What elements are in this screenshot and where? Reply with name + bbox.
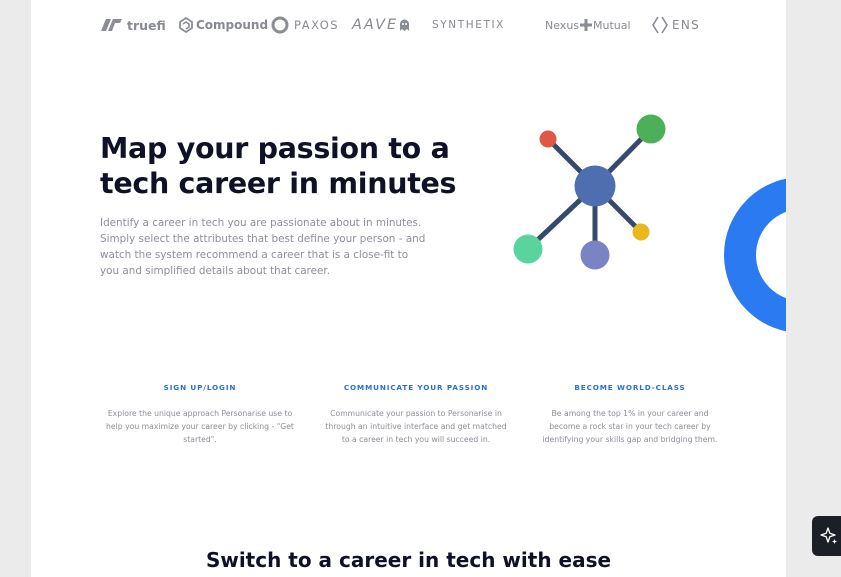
step-description: Communicate your passion to Personarise … [311,407,521,446]
compound-logo: Compound [179,14,268,36]
step-description: Explore the unique approach Personarise … [96,407,304,446]
aave-logo: AAVE [352,14,410,36]
ring-decoration [724,178,786,332]
step-communicate: COMMUNICATE YOUR PASSION Communicate you… [311,383,521,446]
step-sign-up: SIGN UP/LOGIN Explore the unique approac… [96,383,304,446]
ens-mark-icon [652,16,668,34]
paxos-logo-text: PAXOS [294,18,340,32]
section-title: Switch to a career in tech with ease [205,548,612,572]
ens-logo: ENS [652,14,700,36]
node-purple [580,240,610,270]
step-desc-line: help you maximize your career by clickin… [106,422,294,431]
step-title: BECOME WORLD-CLASS [574,383,686,392]
nexus-mutual-logo: Nexus Mutual [545,14,631,36]
assistant-widget-button[interactable] [812,516,841,556]
paxos-logo: PAXOS [271,14,339,36]
paxos-mark-icon [271,16,289,34]
molecule-network-icon [513,114,666,270]
step-desc-line: to a career in tech you will succeed in. [341,435,491,444]
ens-logo-text: ENS [672,18,701,32]
truefi-mark-icon [101,19,122,31]
step-title: SIGN UP/LOGIN [163,383,237,392]
step-title: COMMUNICATE YOUR PASSION [343,383,489,392]
compound-logo-text: Compound [196,18,269,32]
mutual-logo-text: Mutual [593,18,631,32]
hero-title: Map your passion to a tech career in min… [100,131,460,201]
step-desc-line: identifying your skills gap and bridging… [542,435,718,444]
nexus-mutual-mark-icon [580,19,593,31]
node-yellow [632,223,650,241]
step-description: Be among the top 1% in your career and b… [524,407,736,446]
step-desc-line: started". [183,435,217,444]
hero-title-line-1: Map your passion to a [100,132,450,165]
step-desc-line: Be among the top 1% in your career and [551,409,709,418]
aave-ghost-icon [400,19,410,31]
step-desc-line: Communicate your passion to Personarise … [330,409,502,418]
nexus-logo-text: Nexus [545,18,580,32]
hero-title-line-2: tech career in minutes [100,167,457,200]
aave-logo-text: AAVE [352,17,399,33]
truefi-logo: truefi [101,14,166,36]
step-world-class: BECOME WORLD-CLASS Be among the top 1% i… [524,383,736,446]
hero-description: Identify a career in tech you are passio… [100,217,426,277]
node-teal [513,234,543,264]
node-red [539,130,557,148]
synthetix-logo: SYNTHETIX [432,14,505,36]
landing-page: truefi Compound PAXOS AAVE SYNTHETIX Nex… [31,0,786,577]
partner-logos: truefi Compound PAXOS AAVE SYNTHETIX Nex… [31,14,786,36]
step-desc-line: Explore the unique approach Personarise … [107,409,293,418]
step-desc-line: become a rock star in your tech career b… [549,422,711,431]
node-center [574,165,616,207]
sparkle-icon [820,527,837,544]
synthetix-logo-text: SYNTHETIX [432,19,505,31]
compound-mark-icon [179,17,193,33]
node-green [636,114,666,144]
step-desc-line: through an intuitive interface and get m… [325,422,507,431]
truefi-logo-text: truefi [127,17,166,33]
